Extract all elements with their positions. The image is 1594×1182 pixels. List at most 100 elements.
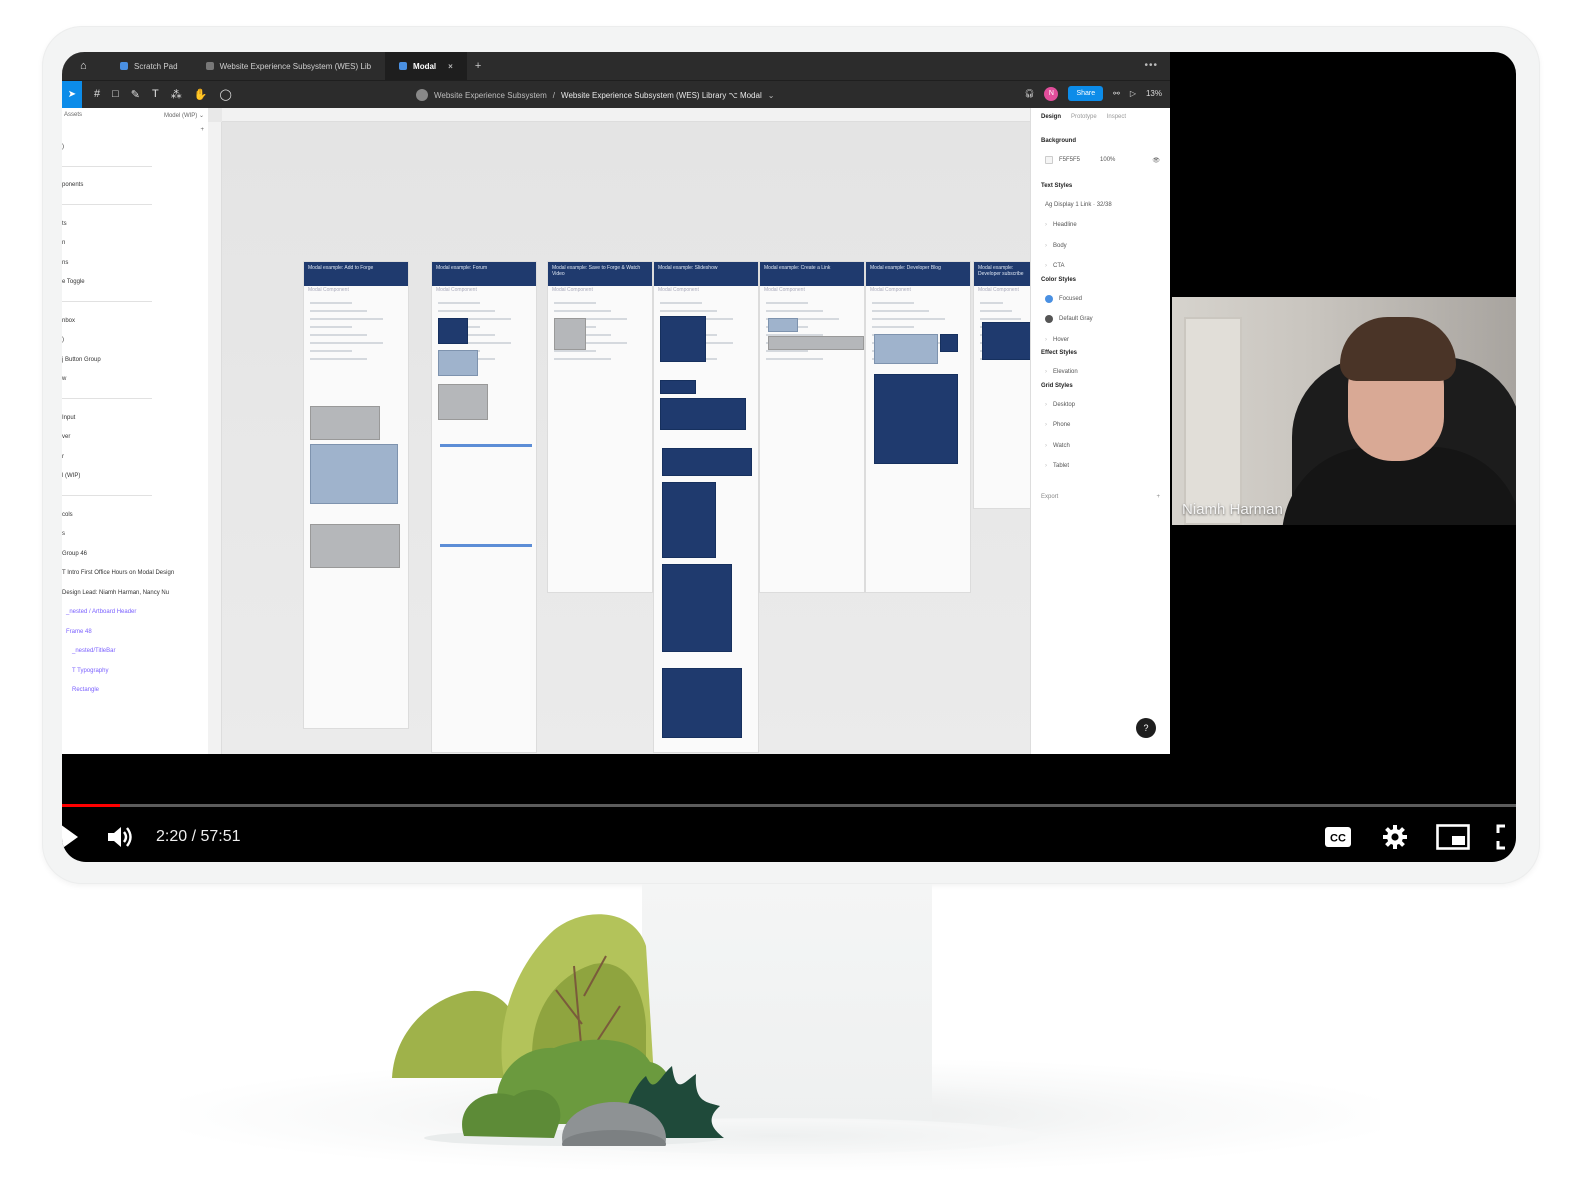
frame-tool-icon[interactable]: # xyxy=(94,88,100,101)
text-style-item[interactable]: › Headline xyxy=(1041,215,1160,236)
more-icon[interactable]: ••• xyxy=(1144,60,1158,71)
layer-item[interactable]: Input xyxy=(62,408,208,428)
layer-item[interactable]: ) xyxy=(62,137,208,157)
hand-tool-icon[interactable]: ✋ xyxy=(194,88,208,101)
cc-icon[interactable]: CC xyxy=(1324,820,1352,854)
grid-style-item[interactable]: › Desktop xyxy=(1041,395,1160,416)
grid-style-item[interactable]: › Tablet xyxy=(1041,456,1160,477)
layer-item[interactable]: s xyxy=(62,525,208,545)
text-style-item[interactable]: › Body xyxy=(1041,236,1160,257)
tab-design[interactable]: Design xyxy=(1041,114,1061,120)
shape-tool-icon[interactable]: □ xyxy=(112,88,119,101)
content-line xyxy=(766,350,808,352)
content-line xyxy=(310,326,352,328)
text-style-item[interactable]: › CTA xyxy=(1041,256,1160,277)
text-style-item[interactable]: Ag Display 1 Link · 32/38 xyxy=(1041,195,1160,216)
artboard[interactable]: Modal example: Create a Link Modal Compon… xyxy=(760,262,864,592)
color-style-item[interactable]: Default Gray xyxy=(1041,309,1160,330)
ruler-left xyxy=(208,122,222,754)
share-button[interactable]: Share xyxy=(1068,86,1104,101)
layer-item[interactable]: ponents xyxy=(62,176,208,196)
eye-icon[interactable]: 👁︎ xyxy=(1152,157,1160,164)
help-button[interactable]: ? xyxy=(1136,718,1156,738)
figma-toolbar: ➤ # □ ✎ T ⁂ ✋ ◯ Website Experience Subsy… xyxy=(62,80,1170,109)
avatar[interactable]: N xyxy=(1044,86,1059,101)
artboard-title: Modal example: Developer Blog xyxy=(866,262,970,286)
video-player[interactable]: ⌂ Scratch Pad Website Experience Subsyst… xyxy=(62,52,1516,862)
layer-item[interactable]: ts xyxy=(62,214,208,234)
breadcrumb-file[interactable]: Website Experience Subsystem (WES) Libra… xyxy=(561,91,762,100)
layer-item[interactable]: _nested/TitleBar xyxy=(62,642,208,662)
layer-item[interactable]: Rectangle xyxy=(62,681,208,701)
design-canvas[interactable]: Modal example: Add to Forge Modal Compone… xyxy=(222,122,1032,754)
move-tool-icon[interactable]: ➤ xyxy=(62,80,82,109)
background-title: Background xyxy=(1041,138,1077,144)
layer-item[interactable]: ver xyxy=(62,428,208,448)
tab-prototype[interactable]: Prototype xyxy=(1071,114,1097,120)
layer-item[interactable]: Group 46 xyxy=(62,544,208,564)
comment-tool-icon[interactable]: ◯ xyxy=(219,88,231,101)
gear-icon[interactable] xyxy=(1382,820,1410,854)
pen-tool-icon[interactable]: ✎ xyxy=(131,88,140,101)
layer-item[interactable]: w xyxy=(62,370,208,390)
layer-item[interactable]: ns xyxy=(62,253,208,273)
layer-item[interactable]: T Typography xyxy=(62,661,208,681)
effect-style-item[interactable]: › Elevation xyxy=(1041,362,1160,383)
layer-item[interactable]: Frame 48 xyxy=(62,622,208,642)
background-swatch[interactable] xyxy=(1045,156,1053,165)
color-style-item[interactable]: › Hover xyxy=(1041,330,1160,351)
progress-bar-played xyxy=(62,804,121,807)
export-label: Export xyxy=(1041,493,1059,500)
layer-item[interactable]: cols xyxy=(62,505,208,525)
file-icon xyxy=(399,62,408,70)
tab-scratch-pad[interactable]: Scratch Pad xyxy=(106,52,192,80)
layer-item[interactable]: n xyxy=(62,234,208,254)
layer-item[interactable]: ) xyxy=(62,331,208,351)
resources-icon[interactable]: ⁂ xyxy=(171,88,182,101)
grid-style-item[interactable]: › Watch xyxy=(1041,436,1160,457)
grid-style-item[interactable]: › Phone xyxy=(1041,415,1160,436)
add-page-button[interactable]: + xyxy=(200,127,204,133)
add-tab-button[interactable]: + xyxy=(467,60,489,72)
link-icon[interactable]: ⚯ xyxy=(1113,89,1120,98)
color-style-item[interactable]: Focused xyxy=(1041,289,1160,310)
layer-item[interactable]: nbox xyxy=(62,311,208,331)
artboard[interactable]: Modal example: Developer subscribe Modal … xyxy=(974,262,1032,508)
layer-item[interactable]: _nested / Artboard Header xyxy=(62,603,208,623)
home-icon[interactable]: ⌂ xyxy=(80,60,106,72)
layer-item[interactable]: T Intro First Office Hours on Modal Desi… xyxy=(62,564,208,584)
chevron-right-icon: › xyxy=(1045,401,1047,408)
page-selector[interactable]: Model (WIP) ⌄ xyxy=(164,112,204,119)
tab-modal[interactable]: Modal × xyxy=(385,52,467,80)
fullscreen-icon[interactable] xyxy=(1496,820,1516,854)
volume-icon[interactable] xyxy=(106,820,134,854)
content-line xyxy=(554,358,612,360)
thumbnail xyxy=(310,524,400,568)
plants-illustration xyxy=(392,914,724,1146)
layer-item[interactable]: Design Lead: Niamh Harman, Nancy Nu xyxy=(62,583,208,603)
layer-item[interactable]: j Button Group xyxy=(62,350,208,370)
layers-panel: Assets Model (WIP) ⌄ + ) ponents ts n ns e To… xyxy=(62,108,208,754)
layer-item[interactable]: e Toggle xyxy=(62,273,208,293)
zoom-level[interactable]: 13% xyxy=(1146,89,1162,98)
breadcrumb-team[interactable]: Website Experience Subsystem xyxy=(434,91,547,100)
play-icon[interactable] xyxy=(62,820,82,854)
background-opacity[interactable]: 100% xyxy=(1100,157,1115,163)
chevron-down-icon[interactable]: ⌄ xyxy=(768,91,775,100)
background-hex[interactable]: F5F5F5 xyxy=(1059,157,1080,163)
text-tool-icon[interactable]: T xyxy=(152,88,159,101)
close-icon[interactable]: × xyxy=(448,62,453,71)
content-line xyxy=(660,302,702,304)
layer-item[interactable]: r xyxy=(62,447,208,467)
present-icon[interactable]: ▷ xyxy=(1130,89,1136,98)
tab-inspect[interactable]: Inspect xyxy=(1107,114,1126,120)
content-line xyxy=(310,334,368,336)
progress-bar[interactable] xyxy=(62,804,1516,807)
export-add-button[interactable]: + xyxy=(1156,494,1160,500)
assets-tab[interactable]: Assets xyxy=(64,112,82,119)
miniplayer-icon[interactable] xyxy=(1436,820,1470,854)
tab-wes-library[interactable]: Website Experience Subsystem (WES) Lib xyxy=(192,52,385,80)
headphones-icon[interactable]: 🎧︎ xyxy=(1024,89,1034,98)
layer-item[interactable]: l (WIP) xyxy=(62,467,208,487)
artboard[interactable]: Modal example: Save to Forge & Watch Vid… xyxy=(548,262,652,592)
